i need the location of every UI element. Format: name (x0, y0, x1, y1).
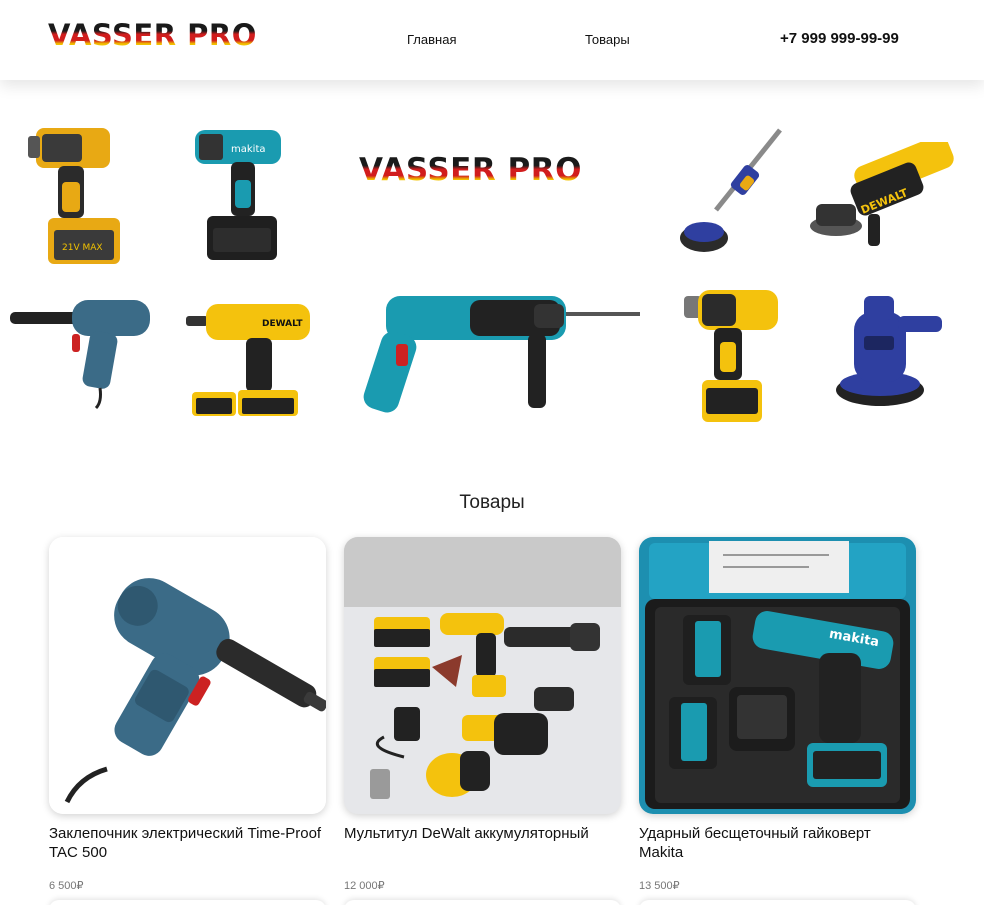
product-price: 6 500₽ (49, 880, 84, 892)
makita-impact-wrench-case-image: makita (639, 537, 916, 814)
product-image[interactable] (344, 537, 621, 814)
product-price: 12 000₽ (344, 880, 385, 892)
rivet-gun-image (10, 300, 150, 410)
wall-sander-pole-image (680, 128, 782, 252)
svg-text:21V MAX: 21V MAX (62, 243, 103, 253)
product-name[interactable]: Заклепочник электрический Time-Proof TAC… (49, 824, 326, 864)
impact-wrench-makita-image: makita (195, 130, 281, 260)
drill-dewalt-image: DEWALT (186, 304, 310, 416)
impact-wrench-dewalt-image (684, 290, 778, 422)
product-price: 13 500₽ (639, 880, 680, 892)
site-logo[interactable]: VASSER PRO (48, 18, 257, 52)
product-name[interactable]: Ударный бесщеточный гайковерт Makita (639, 824, 916, 864)
product-card-next[interactable] (49, 900, 326, 905)
product-name[interactable]: Мультитул DeWalt аккумуляторный (344, 824, 621, 864)
svg-text:DEWALT: DEWALT (262, 319, 303, 329)
rivet-gun-image (49, 537, 326, 814)
svg-text:makita: makita (231, 144, 266, 155)
phone-link[interactable]: +7 999 999-99-99 (780, 30, 899, 47)
multitool-set-image (344, 537, 621, 814)
product-image[interactable] (49, 537, 326, 814)
nav-products-link[interactable]: Товары (585, 32, 630, 47)
product-image[interactable]: makita (639, 537, 916, 814)
products-section-title: Товары (459, 492, 525, 513)
impact-wrench-yellow-image: 21V MAX (28, 128, 120, 264)
product-card[interactable]: makita Ударный бесщеточный гайковерт Mak… (639, 537, 916, 892)
product-card[interactable]: Мультитул DeWalt аккумуляторный 12 000₽ (344, 537, 621, 892)
rotary-hammer-image (363, 296, 640, 413)
product-card[interactable]: Заклепочник электрический Time-Proof TAC… (49, 537, 326, 892)
product-card-next[interactable] (639, 900, 916, 905)
nav-home-link[interactable]: Главная (407, 32, 456, 47)
site-header: VASSER PRO Главная Товары +7 999 999-99-… (0, 0, 984, 80)
angle-grinder-dewalt-image: DEWALT (810, 142, 954, 246)
wall-sander-blue-image (836, 296, 942, 406)
hero-banner: VASSER PRO 21V MAX makita DEWALT DEWALT (0, 100, 984, 440)
product-card-next[interactable] (344, 900, 621, 905)
hero-logo: VASSER PRO (359, 152, 582, 188)
